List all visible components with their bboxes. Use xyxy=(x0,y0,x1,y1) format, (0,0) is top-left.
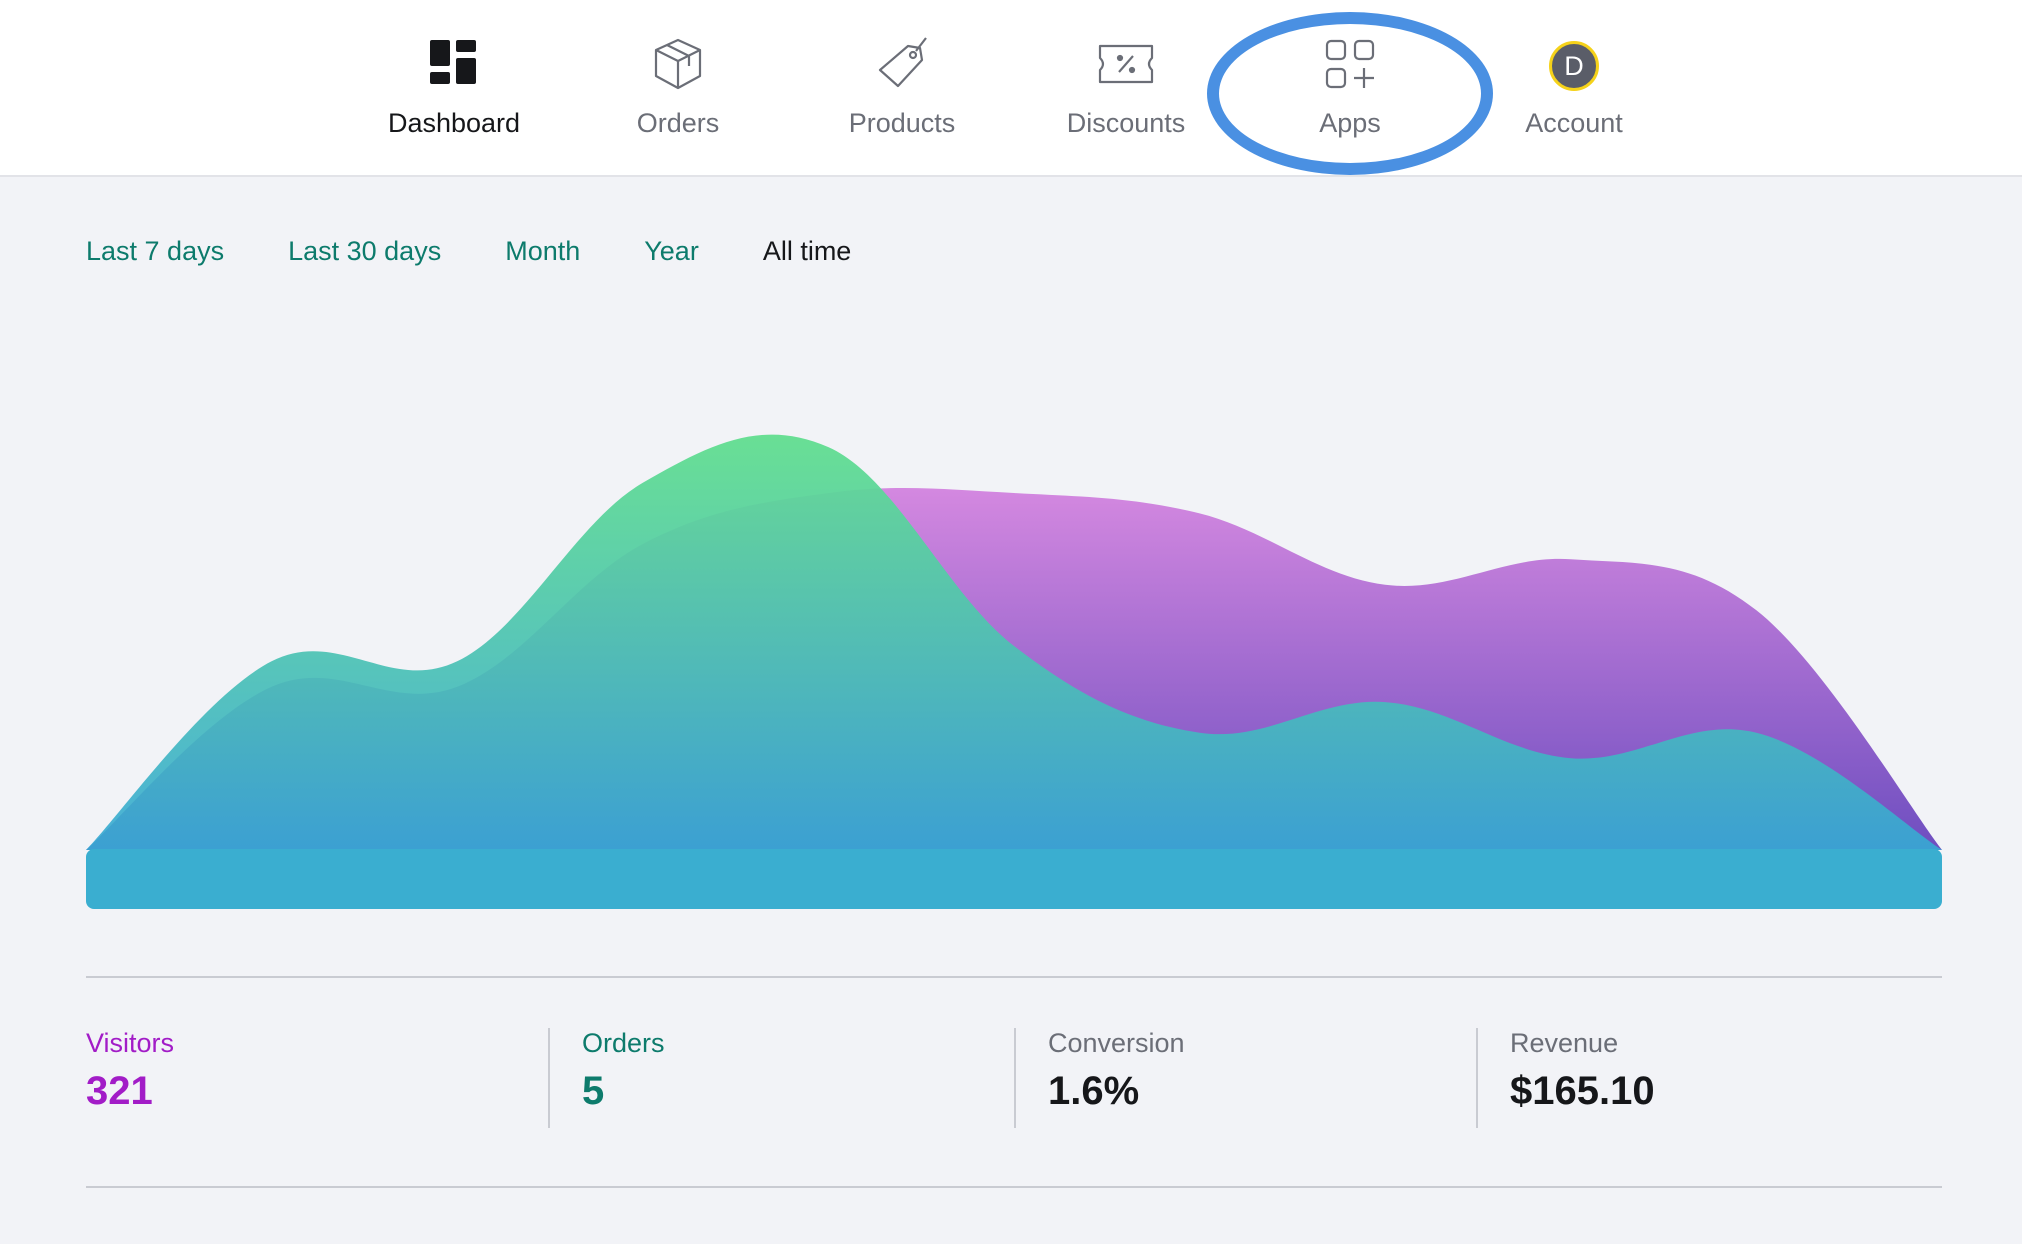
nav-label-apps: Apps xyxy=(1319,108,1381,138)
chart-baseline-band xyxy=(86,849,1942,909)
stat-divider xyxy=(548,1028,550,1128)
divider-top xyxy=(86,976,1942,978)
stat-visitors: Visitors 321 xyxy=(86,1028,174,1128)
stat-label-revenue: Revenue xyxy=(1510,1028,1619,1058)
filter-last-30-days[interactable]: Last 30 days xyxy=(288,236,441,267)
divider-bottom xyxy=(86,1186,1942,1188)
filter-year[interactable]: Year xyxy=(644,236,699,267)
nav-label-orders: Orders xyxy=(636,108,720,138)
nav-products[interactable]: Products xyxy=(802,34,1002,154)
filter-all-time[interactable]: All time xyxy=(763,236,852,267)
stat-orders: Orders 5 xyxy=(582,1028,665,1128)
nav-discounts[interactable]: Discounts xyxy=(1026,34,1226,154)
stat-divider xyxy=(1476,1028,1478,1128)
nav-label-dashboard: Dashboard xyxy=(387,108,521,138)
stat-value-visitors: 321 xyxy=(86,1069,153,1113)
stat-label-visitors: Visitors xyxy=(86,1028,175,1058)
stat-conversion: Conversion 1.6% xyxy=(1048,1028,1185,1128)
avatar-wrapper: D xyxy=(1544,34,1604,94)
stat-value-conversion: 1.6% xyxy=(1048,1069,1140,1113)
nav-label-account: Account xyxy=(1525,108,1623,138)
nav-account[interactable]: D Account xyxy=(1474,34,1674,154)
stat-label-conversion: Conversion xyxy=(1048,1028,1185,1058)
nav-dashboard[interactable]: Dashboard xyxy=(354,34,554,154)
area-chart xyxy=(86,434,1942,909)
avatar: D xyxy=(1549,41,1599,91)
discount-ticket-icon xyxy=(1096,34,1156,94)
tag-icon xyxy=(872,34,932,94)
stat-revenue: Revenue $165.10 xyxy=(1510,1028,1655,1128)
stats-row: Visitors 321 Orders 5 Conversion 1.6% Re… xyxy=(86,1028,1942,1128)
filter-last-7-days[interactable]: Last 7 days xyxy=(86,236,224,267)
stat-value-revenue: $165.10 xyxy=(1510,1069,1655,1113)
nav-label-discounts: Discounts xyxy=(1066,108,1186,138)
top-navigation: Dashboard Orders Products Discounts Apps… xyxy=(0,0,2022,177)
nav-label-products: Products xyxy=(848,108,956,138)
nav-orders[interactable]: Orders xyxy=(578,34,778,154)
stat-divider xyxy=(1014,1028,1016,1128)
stat-label-orders: Orders xyxy=(582,1028,665,1058)
stat-value-orders: 5 xyxy=(582,1069,605,1113)
nav-apps[interactable]: Apps xyxy=(1250,34,1450,154)
dashboard-icon xyxy=(424,34,484,94)
filter-month[interactable]: Month xyxy=(505,236,580,267)
box-icon xyxy=(648,34,708,94)
apps-grid-icon xyxy=(1320,34,1380,94)
date-range-filters: Last 7 days Last 30 days Month Year All … xyxy=(86,236,851,267)
